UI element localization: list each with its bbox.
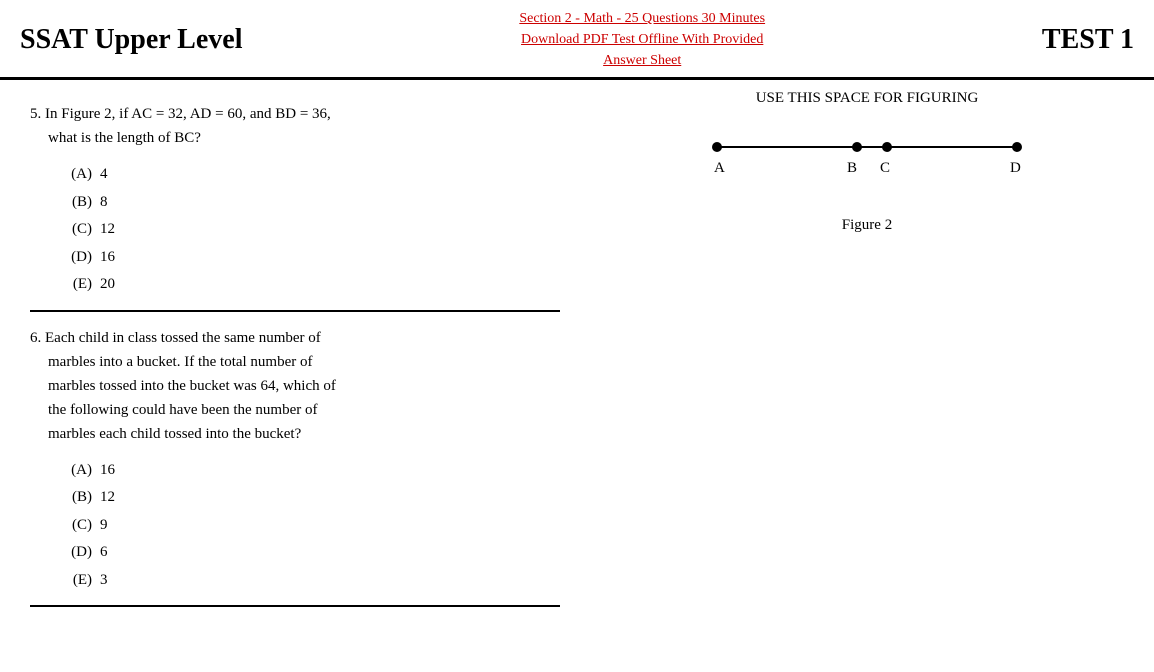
list-item: (D) 16 — [60, 245, 560, 271]
page-title: SSAT Upper Level — [20, 24, 242, 56]
q6-choice-value-a: 16 — [100, 458, 115, 484]
q6-choice-value-e: 3 — [100, 568, 108, 594]
list-item: (D) 6 — [60, 540, 560, 566]
figure-2-area: A B C D Figure 2 — [600, 127, 1134, 234]
pdf-download-link[interactable]: Section 2 - Math - 25 Questions 30 Minut… — [519, 11, 765, 68]
question-6-line3: marbles tossed into the bucket was 64, w… — [48, 378, 336, 394]
q6-choice-letter-d: (D) — [60, 540, 100, 566]
q6-choice-letter-c: (C) — [60, 513, 100, 539]
question-6-number: 6. — [30, 330, 41, 346]
q6-choice-value-b: 12 — [100, 485, 115, 511]
question-6-text: 6. Each child in class tossed the same n… — [30, 326, 560, 446]
list-item: (C) 9 — [60, 513, 560, 539]
list-item: (A) 16 — [60, 458, 560, 484]
main-content: 5. In Figure 2, if AC = 32, AD = 60, and… — [0, 80, 1154, 617]
question-6-line4: the following could have been the number… — [48, 402, 318, 418]
svg-text:A: A — [714, 160, 725, 176]
svg-text:B: B — [847, 160, 857, 176]
list-item: (C) 12 — [60, 217, 560, 243]
choice-value-b: 8 — [100, 190, 108, 216]
question-6-choices: (A) 16 (B) 12 (C) 9 (D) 6 — [60, 458, 560, 594]
list-item: (A) 4 — [60, 162, 560, 188]
questions-column: 5. In Figure 2, if AC = 32, AD = 60, and… — [0, 80, 580, 617]
page: SSAT Upper Level Section 2 - Math - 25 Q… — [0, 0, 1154, 672]
choice-letter-d: (D) — [60, 245, 100, 271]
number-line-svg: A B C D — [697, 127, 1037, 187]
figuring-label: USE THIS SPACE FOR FIGURING — [600, 90, 1134, 107]
q6-choice-value-d: 6 — [100, 540, 108, 566]
choice-value-e: 20 — [100, 272, 115, 298]
choice-value-a: 4 — [100, 162, 108, 188]
svg-text:C: C — [880, 160, 890, 176]
question-5-choices: (A) 4 (B) 8 (C) 12 (D) 16 — [60, 162, 560, 298]
question-5-number: 5. — [30, 106, 41, 122]
choice-letter-c: (C) — [60, 217, 100, 243]
q6-choice-letter-b: (B) — [60, 485, 100, 511]
question-5-text: 5. In Figure 2, if AC = 32, AD = 60, and… — [30, 102, 560, 150]
choice-value-c: 12 — [100, 217, 115, 243]
test-label: TEST 1 — [1042, 24, 1134, 56]
svg-text:D: D — [1010, 160, 1021, 176]
question-6-block: 6. Each child in class tossed the same n… — [30, 312, 560, 608]
choice-letter-e: (E) — [60, 272, 100, 298]
question-6-line5: marbles each child tossed into the bucke… — [48, 426, 301, 442]
figure-2-label: Figure 2 — [842, 217, 892, 234]
list-item: (B) 12 — [60, 485, 560, 511]
list-item: (E) 20 — [60, 272, 560, 298]
choice-letter-b: (B) — [60, 190, 100, 216]
q6-choice-letter-e: (E) — [60, 568, 100, 594]
question-5-line2: what is the length of BC? — [48, 130, 201, 146]
figuring-column: USE THIS SPACE FOR FIGURING A B — [580, 80, 1154, 617]
list-item: (E) 3 — [60, 568, 560, 594]
choice-value-d: 16 — [100, 245, 115, 271]
question-5-block: 5. In Figure 2, if AC = 32, AD = 60, and… — [30, 90, 560, 312]
question-5-line1: In Figure 2, if AC = 32, AD = 60, and BD… — [45, 106, 331, 122]
question-6-line2: marbles into a bucket. If the total numb… — [48, 354, 313, 370]
list-item: (B) 8 — [60, 190, 560, 216]
header: SSAT Upper Level Section 2 - Math - 25 Q… — [0, 0, 1154, 80]
choice-letter-a: (A) — [60, 162, 100, 188]
header-center: Section 2 - Math - 25 Questions 30 Minut… — [242, 8, 1041, 71]
q6-choice-letter-a: (A) — [60, 458, 100, 484]
question-6-line1: Each child in class tossed the same numb… — [45, 330, 321, 346]
q6-choice-value-c: 9 — [100, 513, 108, 539]
